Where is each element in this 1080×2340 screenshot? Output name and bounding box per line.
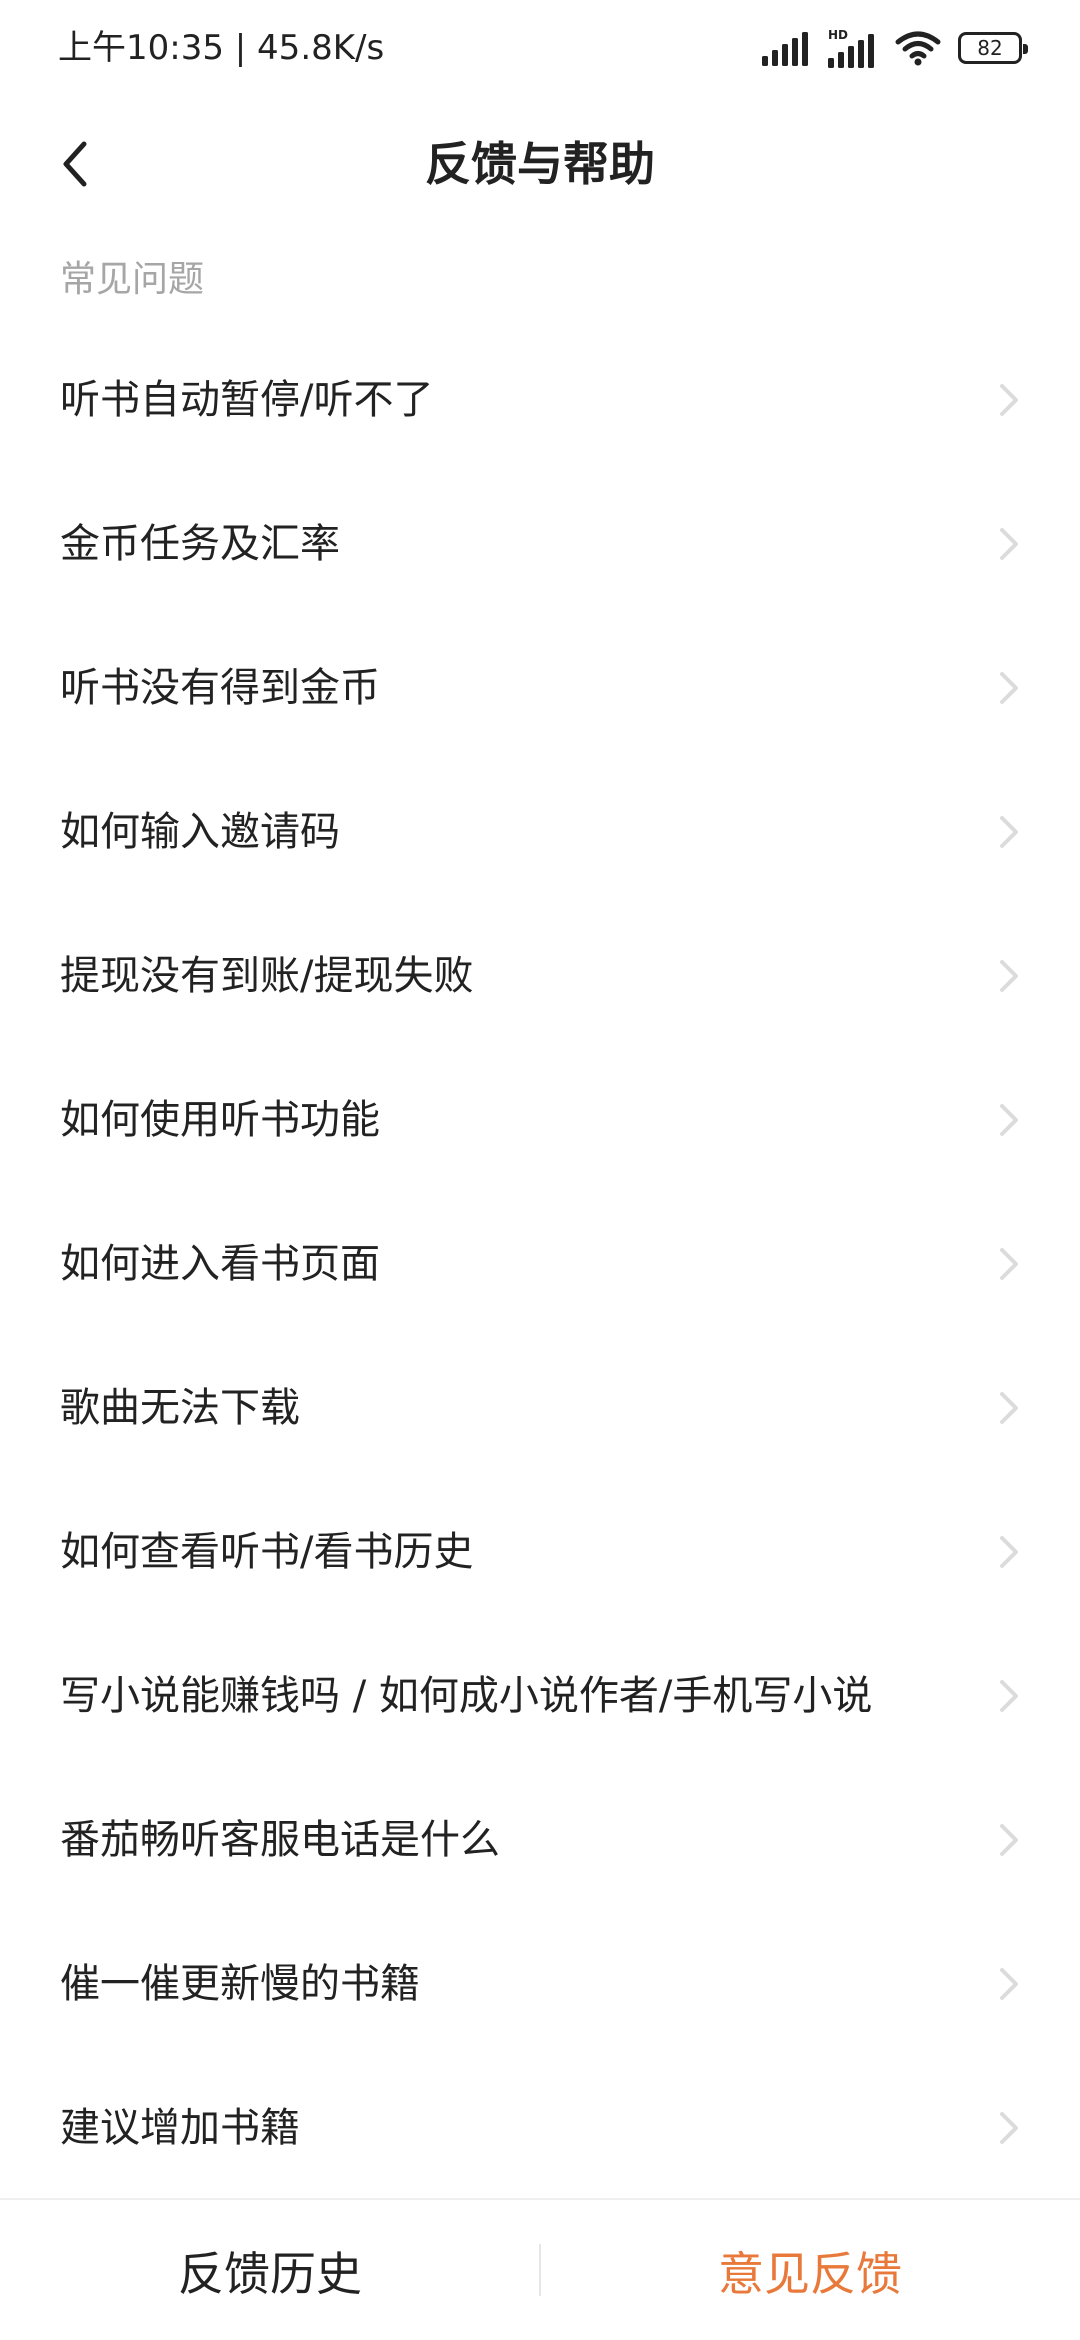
faq-item-label: 番茄畅听客服电话是什么 (60, 1817, 500, 1863)
faq-section-title: 常见问题 (60, 259, 205, 300)
faq-item[interactable]: 听书自动暂停/听不了 (0, 328, 1080, 472)
chevron-right-icon (1000, 528, 1018, 560)
chevron-right-icon (1000, 1968, 1018, 2000)
faq-item-label: 催一催更新慢的书籍 (60, 1961, 420, 2007)
nav-bar: 反馈与帮助 (0, 96, 1080, 228)
faq-item[interactable]: 催一催更新慢的书籍 (0, 1912, 1080, 2056)
status-icons: HD 82 (762, 26, 1028, 70)
bottom-divider (539, 2244, 541, 2296)
faq-item-label: 如何查看听书/看书历史 (60, 1529, 474, 1575)
bottom-action-bar: 反馈历史 意见反馈 (0, 2198, 1080, 2340)
faq-item-label: 如何进入看书页面 (60, 1241, 380, 1287)
page-title: 反馈与帮助 (425, 137, 655, 191)
faq-item[interactable]: 如何使用听书功能 (0, 1048, 1080, 1192)
submit-feedback-button[interactable]: 意见反馈 (540, 2200, 1080, 2340)
faq-list: 听书自动暂停/听不了 金币任务及汇率 听书没有得到金币 如何输入邀请码 提现没有… (0, 328, 1080, 2200)
status-time-speed: 上午10:35 | 45.8K/s (58, 28, 385, 68)
faq-item[interactable]: 如何进入看书页面 (0, 1192, 1080, 1336)
faq-item[interactable]: 写小说能赚钱吗 / 如何成小说作者/手机写小说 (0, 1624, 1080, 1768)
chevron-right-icon (1000, 1536, 1018, 1568)
faq-item-label: 如何输入邀请码 (60, 809, 340, 855)
chevron-right-icon (1000, 1392, 1018, 1424)
faq-item[interactable]: 建议增加书籍 (0, 2056, 1080, 2200)
faq-item[interactable]: 如何查看听书/看书历史 (0, 1480, 1080, 1624)
feedback-help-screen: 上午10:35 | 45.8K/s HD 82 反馈与帮助 常见问题 听书自动暂… (0, 0, 1080, 2340)
chevron-right-icon (1000, 816, 1018, 848)
faq-item[interactable]: 金币任务及汇率 (0, 472, 1080, 616)
faq-item-label: 金币任务及汇率 (60, 521, 340, 567)
faq-item[interactable]: 听书没有得到金币 (0, 616, 1080, 760)
faq-item-label: 如何使用听书功能 (60, 1097, 380, 1143)
faq-item[interactable]: 如何输入邀请码 (0, 760, 1080, 904)
battery-icon: 82 (958, 32, 1028, 64)
wifi-icon (895, 31, 941, 66)
hd-label: HD (828, 28, 848, 42)
faq-item-label: 听书没有得到金币 (60, 665, 380, 711)
chevron-right-icon (1000, 672, 1018, 704)
faq-item-label: 提现没有到账/提现失败 (60, 953, 474, 999)
faq-item-label: 建议增加书籍 (60, 2105, 300, 2151)
chevron-right-icon (1000, 384, 1018, 416)
signal-icon (762, 32, 808, 66)
status-bar: 上午10:35 | 45.8K/s HD 82 (0, 0, 1080, 96)
faq-item[interactable]: 歌曲无法下载 (0, 1336, 1080, 1480)
hd-signal-icon: HD (828, 28, 874, 68)
chevron-right-icon (1000, 1104, 1018, 1136)
faq-item-label: 歌曲无法下载 (60, 1385, 300, 1431)
chevron-right-icon (1000, 1824, 1018, 1856)
chevron-right-icon (1000, 1680, 1018, 1712)
faq-item-label: 听书自动暂停/听不了 (60, 377, 434, 423)
chevron-right-icon (1000, 960, 1018, 992)
battery-level: 82 (977, 36, 1003, 60)
faq-item[interactable]: 提现没有到账/提现失败 (0, 904, 1080, 1048)
chevron-right-icon (1000, 2112, 1018, 2144)
faq-item-label: 写小说能赚钱吗 / 如何成小说作者/手机写小说 (60, 1673, 873, 1719)
chevron-right-icon (1000, 1248, 1018, 1280)
feedback-history-button[interactable]: 反馈历史 (0, 2200, 540, 2340)
faq-item[interactable]: 番茄畅听客服电话是什么 (0, 1768, 1080, 1912)
